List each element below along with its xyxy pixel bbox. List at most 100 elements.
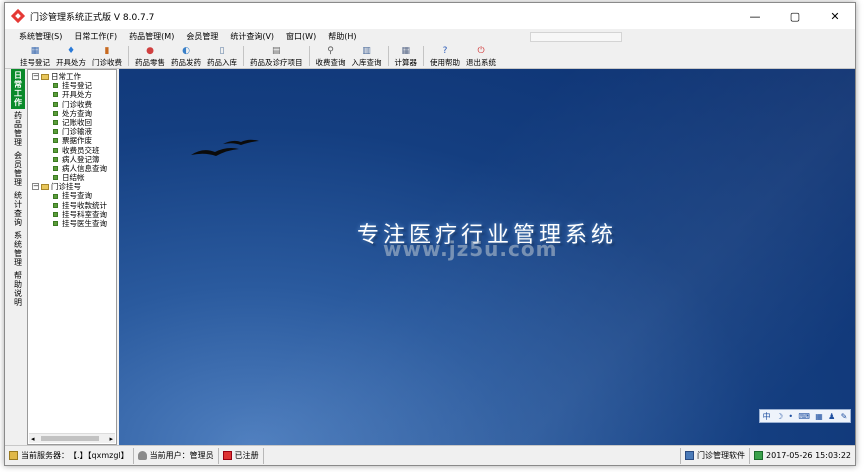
fee-icon: ▮	[104, 46, 110, 56]
module-tab-1[interactable]: 日常工作	[11, 69, 25, 109]
minimize-button[interactable]: —	[735, 3, 775, 29]
registered-icon	[222, 451, 232, 460]
status-user-value: 管理员	[189, 451, 214, 460]
tree-item[interactable]: 病人登记簿	[28, 155, 116, 164]
tree-item[interactable]: 票据作废	[28, 136, 116, 145]
module-tab-4[interactable]: 统计查询	[11, 189, 25, 229]
maximize-button[interactable]: ▢	[775, 3, 815, 29]
tree-item[interactable]: 记账收回	[28, 118, 116, 127]
toolbar-button-11[interactable]: ? 使用帮助	[427, 44, 463, 68]
status-server-value: 【.】【qxmzgl】	[69, 451, 129, 460]
ime-toolbar[interactable]: 中 ☽ • ⌨ ▦ ♟ ✎	[759, 409, 851, 423]
tree-horizontal-scrollbar[interactable]: ◂ ▸	[29, 433, 115, 443]
ime-button-3[interactable]: •	[788, 412, 793, 421]
leaf-icon	[53, 211, 58, 217]
tree-item[interactable]: 门诊输液	[28, 127, 116, 136]
retail-icon: ●	[146, 46, 154, 56]
ime-button-5[interactable]: ▦	[815, 412, 823, 421]
tree-item-label: 门诊输液	[62, 127, 92, 137]
status-server-label: 当前服务器：	[21, 451, 69, 460]
tree-item[interactable]: 挂号登记	[28, 81, 116, 90]
toolbar-button-label: 使用帮助	[430, 58, 460, 67]
dispense-icon: ◐	[182, 46, 190, 56]
status-registered: 已注册	[219, 447, 264, 464]
leaf-icon	[53, 221, 58, 227]
collapse-icon[interactable]: −	[32, 183, 39, 191]
tree-item-label: 日结帐	[62, 173, 85, 183]
items-icon: ▤	[271, 46, 281, 56]
tree-item-label: 开具处方	[62, 90, 92, 100]
leaf-icon	[53, 175, 58, 181]
status-user-label: 当前用户：	[149, 451, 190, 460]
toolbar-button-8[interactable]: ⚲ 收费查询	[313, 44, 349, 68]
tree-item[interactable]: 门诊收费	[28, 100, 116, 109]
toolbar-button-9[interactable]: ▥ 入库查询	[349, 44, 385, 68]
menu-window[interactable]: 窗口(W)	[280, 29, 322, 45]
tree-group[interactable]: − 日常工作	[28, 72, 116, 81]
tree-item[interactable]: 日结帐	[28, 173, 116, 182]
leaf-icon	[53, 120, 58, 126]
status-user: 当前用户： 管理员	[134, 447, 219, 464]
menu-daily-work[interactable]: 日常工作(F)	[68, 29, 123, 45]
toolbar-button-6[interactable]: ▯ 药品入库	[204, 44, 240, 68]
toolbar: ▦ 挂号登记 ♦ 开具处方 ▮ 门诊收费 ● 药品零售 ◐ 药品发药 ▯ 药品入库 ▤ 药品及诊疗项目 ⚲ 收…	[5, 45, 855, 69]
toolbar-button-5[interactable]: ◐ 药品发药	[168, 44, 204, 68]
toolbar-button-label: 药品零售	[135, 58, 165, 67]
leaf-icon	[53, 147, 58, 153]
leaf-icon	[53, 92, 58, 98]
toolbar-button-4[interactable]: ● 药品零售	[132, 44, 168, 68]
leaf-icon	[53, 101, 58, 107]
ime-button-1[interactable]: 中	[763, 411, 771, 422]
menu-system[interactable]: 系统管理(S)	[13, 29, 68, 45]
module-tab-label: 会员管理	[14, 151, 22, 187]
tree-group-label: 日常工作	[51, 72, 81, 81]
tree-item[interactable]: 挂号查询	[28, 191, 116, 200]
leaf-icon	[53, 193, 58, 199]
seagull-icon	[191, 139, 259, 156]
module-tab-5[interactable]: 系统管理	[11, 229, 25, 269]
module-tab-2[interactable]: 药品管理	[11, 109, 25, 149]
scroll-thumb[interactable]	[41, 436, 99, 441]
tree-item-label: 收费员交班	[62, 145, 100, 155]
scroll-right-icon[interactable]: ▸	[109, 435, 113, 443]
tree-item-label: 挂号查询	[62, 191, 92, 201]
toolbar-button-label: 药品及诊疗项目	[250, 58, 303, 67]
toolbar-button-10[interactable]: ▦ 计算器	[392, 44, 421, 68]
toolbar-button-1[interactable]: ▦ 挂号登记	[17, 44, 53, 68]
module-tab-3[interactable]: 会员管理	[11, 149, 25, 189]
tree-item[interactable]: 挂号医生查询	[28, 219, 116, 228]
ime-button-7[interactable]: ✎	[841, 412, 848, 421]
folder-icon	[41, 183, 49, 190]
tree-item[interactable]: 病人信息查询	[28, 164, 116, 173]
ime-button-6[interactable]: ♟	[828, 412, 835, 421]
tree-item[interactable]: 挂号科室查询	[28, 210, 116, 219]
tree-item[interactable]: 挂号收款统计	[28, 201, 116, 210]
toolbar-button-3[interactable]: ▮ 门诊收费	[89, 44, 125, 68]
window-controls: — ▢ ✕	[735, 3, 855, 29]
menu-drug-management[interactable]: 药品管理(M)	[123, 29, 180, 45]
toolbar-button-12[interactable]: ⏻ 退出系统	[463, 44, 499, 68]
module-tab-label: 药品管理	[14, 111, 22, 147]
folder-icon	[41, 73, 49, 80]
scroll-left-icon[interactable]: ◂	[31, 435, 35, 443]
tree-item[interactable]: 收费员交班	[28, 146, 116, 155]
tree-item[interactable]: 开具处方	[28, 90, 116, 99]
tree-item[interactable]: 处方查询	[28, 109, 116, 118]
fee-query-icon: ⚲	[327, 46, 334, 56]
title-bar[interactable]: 门诊管理系统正式版 V 8.0.7.7 — ▢ ✕	[5, 3, 855, 29]
menu-help[interactable]: 帮助(H)	[322, 29, 362, 45]
calculator-icon: ▦	[401, 46, 410, 56]
module-tab-label: 统计查询	[14, 191, 22, 227]
ime-button-2[interactable]: ☽	[776, 412, 783, 421]
toolbar-button-7[interactable]: ▤ 药品及诊疗项目	[247, 44, 306, 68]
software-icon	[685, 451, 695, 460]
collapse-icon[interactable]: −	[32, 73, 39, 81]
menu-member-management[interactable]: 会员管理	[180, 29, 224, 45]
ime-button-4[interactable]: ⌨	[798, 412, 810, 421]
toolbar-button-2[interactable]: ♦ 开具处方	[53, 44, 89, 68]
menu-statistics[interactable]: 统计查询(V)	[224, 29, 280, 45]
module-tab-6[interactable]: 帮助说明	[11, 269, 25, 309]
close-button[interactable]: ✕	[815, 3, 855, 29]
toolbar-separator	[128, 46, 129, 66]
status-software: 门诊管理软件	[680, 447, 751, 464]
